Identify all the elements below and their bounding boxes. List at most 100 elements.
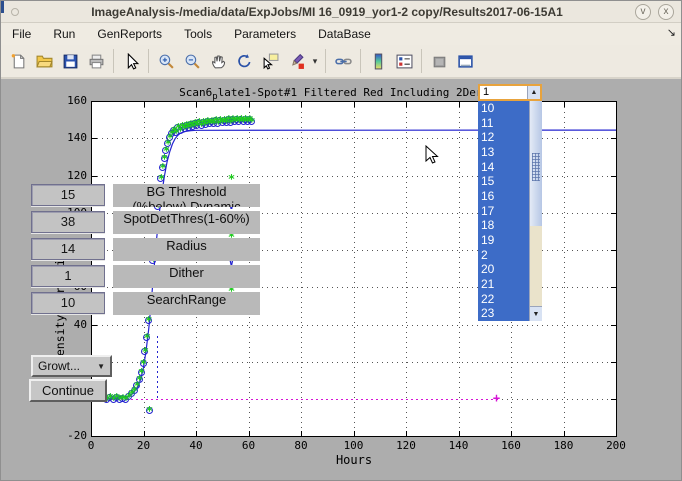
growth-dropdown-button[interactable]: Growt... ▼	[31, 355, 112, 377]
application-window: ImageAnalysis-/media/data/ExpJobs/MI 16_…	[0, 0, 682, 481]
dock-arrow-icon[interactable]: ↘	[667, 26, 676, 39]
insert-legend-icon[interactable]	[391, 48, 417, 74]
pan-hand-icon[interactable]	[205, 48, 231, 74]
tick-mark-y	[611, 176, 616, 177]
dropdown-item-15[interactable]: 15	[478, 174, 529, 189]
y-tick-label: 140	[53, 131, 87, 144]
x-axis-label: Hours	[91, 453, 617, 467]
data-point-asterisk: *	[142, 331, 152, 345]
dropdown-item-22[interactable]: 22	[478, 292, 529, 307]
dropdown-item-11[interactable]: 11	[478, 116, 529, 131]
dropdown-item-20[interactable]: 20	[478, 262, 529, 277]
dock-figure-icon[interactable]	[452, 48, 478, 74]
param-input-spotdetthres-1-60-[interactable]: 38	[31, 211, 105, 233]
scrollbar-grip	[532, 153, 540, 181]
tick-mark-x	[459, 102, 460, 107]
param-label: Dither	[113, 265, 260, 288]
gridline-y	[92, 325, 616, 326]
dropdown-item-2[interactable]: 2	[478, 248, 529, 263]
param-input-radius[interactable]: 14	[31, 238, 105, 260]
x-tick-label: 140	[444, 439, 474, 452]
menu-item-genreports[interactable]: GenReports	[86, 24, 173, 44]
menu-item-parameters[interactable]: Parameters	[223, 24, 307, 44]
x-tick-label: 200	[601, 439, 631, 452]
scroll-up-icon[interactable]: ▲	[527, 86, 540, 99]
gridline-x	[564, 102, 565, 436]
open-folder-icon[interactable]	[31, 48, 57, 74]
window-menu-icon[interactable]	[11, 8, 19, 16]
dropdown-item-16[interactable]: 16	[478, 189, 529, 204]
baseline-end-marker: +	[493, 391, 500, 405]
dropdown-item-13[interactable]: 13	[478, 145, 529, 160]
tick-mark-y	[611, 362, 616, 363]
insert-colorbar-icon[interactable]	[365, 48, 391, 74]
param-input-searchrange[interactable]: 10	[31, 292, 105, 314]
title-bar[interactable]: ImageAnalysis-/media/data/ExpJobs/MI 16_…	[1, 1, 681, 23]
brush-caret-icon[interactable]: ▾	[309, 48, 321, 74]
y-tick-label: 160	[53, 94, 87, 107]
x-tick-label: 40	[181, 439, 211, 452]
x-tick-label: 120	[391, 439, 421, 452]
zoom-out-icon[interactable]	[179, 48, 205, 74]
x-tick-label: 180	[549, 439, 579, 452]
toolbar-separator	[360, 49, 361, 73]
menu-item-run[interactable]: Run	[42, 24, 86, 44]
tick-mark-x	[406, 102, 407, 107]
shade-button[interactable]: v	[635, 4, 651, 20]
rotate-3d-icon[interactable]	[231, 48, 257, 74]
plot-tools-off-icon[interactable]	[426, 48, 452, 74]
x-tick-label: 20	[129, 439, 159, 452]
y-tick-label: 120	[53, 169, 87, 182]
toolbar-separator	[421, 49, 422, 73]
tick-mark-y	[611, 325, 616, 326]
tick-mark-x	[406, 431, 407, 436]
dropdown-scrollbar[interactable]: ▼	[529, 101, 542, 321]
dropdown-item-12[interactable]: 12	[478, 130, 529, 145]
continue-button[interactable]: Continue	[29, 379, 107, 402]
save-icon[interactable]	[57, 48, 83, 74]
pointer-icon[interactable]	[118, 48, 144, 74]
param-label: BG Threshold(%below) Dynamic	[113, 184, 260, 207]
tick-mark-x	[511, 431, 512, 436]
menu-item-tools[interactable]: Tools	[173, 24, 223, 44]
tick-mark-x	[459, 431, 460, 436]
param-input-dither[interactable]: 1	[31, 265, 105, 287]
dropdown-item-17[interactable]: 17	[478, 204, 529, 219]
link-plots-icon[interactable]	[330, 48, 356, 74]
tick-mark-x	[564, 102, 565, 107]
dropdown-item-10[interactable]: 10	[478, 101, 529, 116]
gridline-x	[406, 102, 407, 436]
tick-mark-y	[92, 287, 97, 288]
dropdown-item-19[interactable]: 19	[478, 233, 529, 248]
data-cursor-icon[interactable]	[257, 48, 283, 74]
print-icon[interactable]	[83, 48, 109, 74]
dropdown-item-23[interactable]: 23	[478, 306, 529, 321]
dropdown-item-21[interactable]: 21	[478, 277, 529, 292]
baseline-dotted-line	[91, 399, 498, 400]
menu-item-file[interactable]: File	[1, 24, 42, 44]
menu-item-database[interactable]: DataBase	[307, 24, 382, 44]
mouse-cursor	[425, 145, 439, 165]
dropdown-item-18[interactable]: 18	[478, 218, 529, 233]
dropdown-item-14[interactable]: 14	[478, 160, 529, 175]
tick-mark-x	[354, 102, 355, 107]
detect-dotted-vline	[157, 336, 158, 399]
x-tick-label: 160	[496, 439, 526, 452]
dropdown-edit-value[interactable]: 1	[480, 86, 527, 99]
close-button[interactable]: x	[658, 4, 674, 20]
gridline-x	[301, 102, 302, 436]
param-label: SearchRange	[113, 292, 260, 315]
param-input-bg-threshold[interactable]: 15	[31, 184, 105, 206]
growth-dropdown-label: Growt...	[38, 359, 80, 373]
tick-mark-y	[92, 436, 97, 437]
tick-mark-y	[92, 138, 97, 139]
scrollbar-thumb[interactable]	[530, 101, 542, 226]
x-tick-label: 100	[339, 439, 369, 452]
y-tick-label: -20	[53, 429, 87, 442]
new-file-icon[interactable]	[5, 48, 31, 74]
zoom-in-icon[interactable]	[153, 48, 179, 74]
chevron-down-icon: ▼	[97, 362, 105, 371]
scroll-down-icon[interactable]: ▼	[530, 306, 542, 321]
brush-icon[interactable]	[283, 48, 309, 74]
tick-mark-x	[301, 102, 302, 107]
